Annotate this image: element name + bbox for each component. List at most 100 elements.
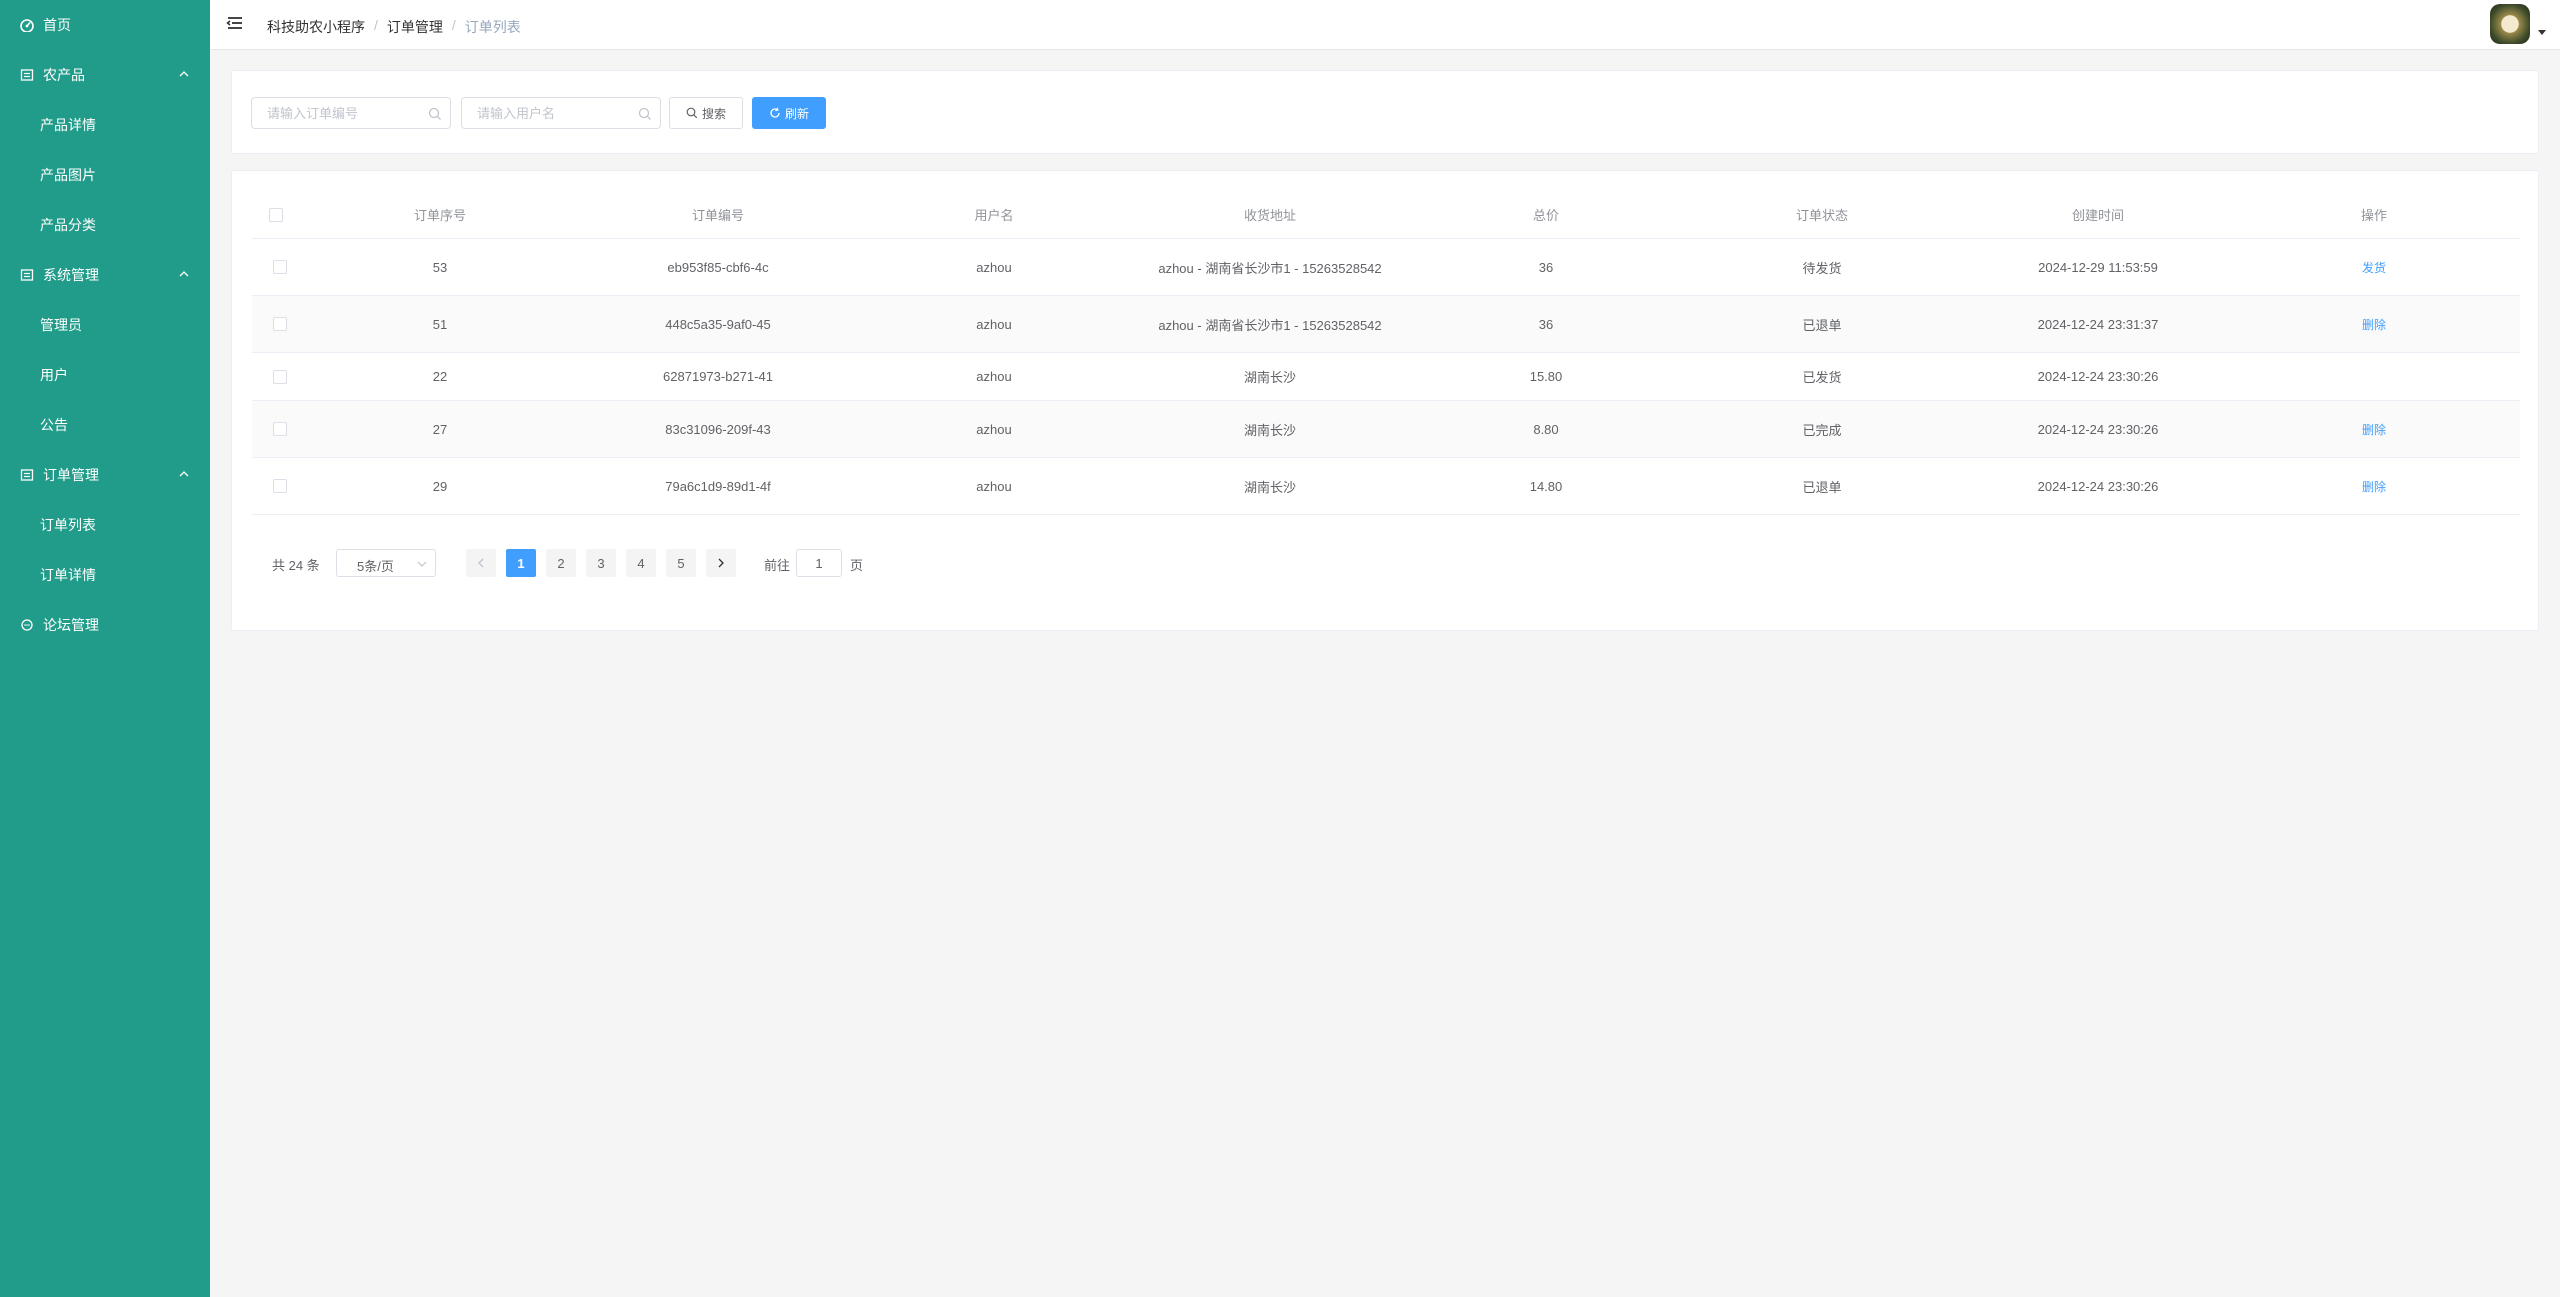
column-header[interactable]: 订单状态 bbox=[1684, 191, 1960, 238]
order-no-input-wrapper bbox=[251, 97, 451, 129]
cell-username: azhou bbox=[976, 421, 1012, 437]
breadcrumb: 科技助农小程序 / 订单管理 / 订单列表 bbox=[267, 17, 521, 37]
cell-total: 36 bbox=[1538, 259, 1554, 275]
prev-page-button[interactable] bbox=[466, 549, 496, 577]
grid-icon bbox=[20, 68, 34, 82]
sidebar-item-orders[interactable]: 订单管理 bbox=[0, 450, 210, 500]
caret-down-icon[interactable] bbox=[2538, 30, 2546, 35]
sidebar-item-forum[interactable]: 论坛管理 bbox=[0, 600, 210, 650]
sidebar-item-products[interactable]: 农产品 bbox=[0, 50, 210, 100]
sidebar-item-label: 农产品 bbox=[43, 67, 85, 83]
row-checkbox[interactable] bbox=[273, 317, 287, 331]
row-checkbox[interactable] bbox=[273, 479, 287, 493]
cell-username: azhou bbox=[976, 259, 1012, 275]
search-button-label: 搜索 bbox=[701, 106, 726, 121]
sidebar-item-system[interactable]: 系统管理 bbox=[0, 250, 210, 300]
table-row[interactable]: 27 83c31096-209f-43 azhou 湖南长沙 8.80 已完成 … bbox=[252, 401, 2520, 458]
cell-username: azhou bbox=[976, 478, 1012, 494]
cell-action: 发货 bbox=[2236, 239, 2512, 295]
refresh-button-label: 刷新 bbox=[784, 106, 809, 121]
cell-action: 删除 bbox=[2236, 296, 2512, 352]
sidebar-item-admin[interactable]: 管理员 bbox=[0, 300, 210, 350]
sidebar-item-label: 订单管理 bbox=[43, 467, 99, 483]
refresh-icon bbox=[770, 107, 780, 118]
cell-seq: 29 bbox=[432, 478, 448, 494]
sidebar-item-notice[interactable]: 公告 bbox=[0, 400, 210, 450]
cell-username: azhou bbox=[976, 316, 1012, 332]
cell-created: 2024-12-24 23:30:26 bbox=[2037, 421, 2159, 437]
next-page-button[interactable] bbox=[706, 549, 736, 577]
sidebar-item-label: 首页 bbox=[43, 17, 71, 33]
sidebar-item-product-category[interactable]: 产品分类 bbox=[0, 200, 210, 250]
cell-address: 湖南长沙 bbox=[1243, 479, 1296, 495]
page-button[interactable]: 2 bbox=[546, 549, 576, 577]
cell-seq: 53 bbox=[432, 259, 448, 275]
sidebar-item-product-images[interactable]: 产品图片 bbox=[0, 150, 210, 200]
goto-page-input[interactable] bbox=[799, 555, 839, 571]
cell-address: 湖南长沙 bbox=[1243, 370, 1296, 385]
sidebar-item-label: 产品图片 bbox=[40, 167, 96, 183]
sidebar-item-order-detail[interactable]: 订单详情 bbox=[0, 550, 210, 600]
cell-total: 15.80 bbox=[1529, 369, 1563, 384]
sidebar-item-home[interactable]: 首页 bbox=[0, 0, 210, 50]
column-header[interactable]: 用户名 bbox=[856, 191, 1132, 238]
column-header[interactable]: 订单序号 bbox=[300, 191, 580, 238]
sidebar-item-label: 管理员 bbox=[40, 317, 82, 333]
delete-button[interactable]: 删除 bbox=[2362, 421, 2386, 438]
column-header: 操作 bbox=[2360, 208, 2387, 223]
column-header[interactable]: 创建时间 bbox=[1960, 191, 2236, 238]
order-no-input[interactable] bbox=[252, 98, 450, 128]
column-header[interactable]: 总价 bbox=[1408, 191, 1684, 238]
sidebar-item-label: 产品详情 bbox=[40, 117, 96, 133]
delete-button[interactable]: 删除 bbox=[2362, 316, 2386, 333]
column-header[interactable]: 收货地址 bbox=[1132, 191, 1408, 238]
ship-button[interactable]: 发货 bbox=[2362, 259, 2386, 276]
page-button[interactable]: 5 bbox=[666, 549, 696, 577]
cell-total: 36 bbox=[1538, 316, 1554, 332]
cell-status: 已退单 bbox=[1802, 317, 1842, 333]
avatar[interactable] bbox=[2490, 4, 2530, 44]
table-row[interactable]: 51 448c5a35-9af0-45 azhou azhou - 湖南省长沙市… bbox=[252, 296, 2520, 353]
cell-action bbox=[2236, 353, 2512, 400]
cell-created: 2024-12-24 23:31:37 bbox=[2037, 316, 2159, 332]
row-checkbox[interactable] bbox=[273, 260, 287, 274]
cell-seq: 27 bbox=[432, 421, 448, 437]
column-header[interactable]: 订单编号 bbox=[580, 191, 856, 238]
select-all-checkbox[interactable] bbox=[269, 207, 283, 222]
breadcrumb-item[interactable]: 科技助农小程序 bbox=[267, 17, 365, 37]
menu-toggle-icon[interactable] bbox=[226, 15, 246, 33]
chevron-up-icon bbox=[179, 271, 189, 277]
page-button[interactable]: 3 bbox=[586, 549, 616, 577]
sidebar-item-label: 订单详情 bbox=[40, 567, 96, 583]
row-checkbox[interactable] bbox=[273, 422, 287, 436]
search-panel: 搜索 刷新 bbox=[231, 70, 2539, 154]
sidebar-item-users[interactable]: 用户 bbox=[0, 350, 210, 400]
username-input[interactable] bbox=[462, 98, 660, 128]
search-button[interactable]: 搜索 bbox=[669, 97, 743, 129]
sidebar-item-order-list[interactable]: 订单列表 bbox=[0, 500, 210, 550]
search-icon bbox=[686, 107, 698, 119]
delete-button[interactable]: 删除 bbox=[2362, 478, 2386, 495]
sidebar-item-label: 公告 bbox=[40, 417, 68, 433]
table-row[interactable]: 22 62871973-b271-41 azhou 湖南长沙 15.80 已发货… bbox=[252, 353, 2520, 401]
goto-input-wrapper bbox=[796, 549, 842, 577]
sidebar-item-product-detail[interactable]: 产品详情 bbox=[0, 100, 210, 150]
page-button[interactable]: 4 bbox=[626, 549, 656, 577]
dashboard-icon bbox=[20, 18, 34, 32]
cell-username: azhou bbox=[976, 369, 1012, 384]
header-select-cell bbox=[252, 191, 300, 238]
row-checkbox[interactable] bbox=[273, 369, 287, 384]
goto-label: 前往 bbox=[764, 558, 791, 573]
page-button[interactable]: 1 bbox=[506, 549, 536, 577]
page-size-select[interactable]: 5条/页 bbox=[336, 549, 436, 577]
page-size-value: 5条/页 bbox=[357, 559, 394, 574]
table-row[interactable]: 53 eb953f85-cbf6-4c azhou azhou - 湖南省长沙市… bbox=[252, 239, 2520, 296]
cell-seq: 51 bbox=[432, 316, 448, 332]
refresh-button[interactable]: 刷新 bbox=[752, 97, 826, 129]
breadcrumb-item[interactable]: 订单管理 bbox=[387, 17, 443, 37]
sidebar: 首页 农产品 产品详情 产品图片 产品分类 系统管理 管理员 用户 公告 订单管… bbox=[0, 0, 210, 1297]
sidebar-item-label: 系统管理 bbox=[43, 267, 99, 283]
table-row[interactable]: 29 79a6c1d9-89d1-4f azhou 湖南长沙 14.80 已退单… bbox=[252, 458, 2520, 515]
grid-icon bbox=[20, 468, 34, 482]
cell-status: 已完成 bbox=[1802, 422, 1842, 438]
